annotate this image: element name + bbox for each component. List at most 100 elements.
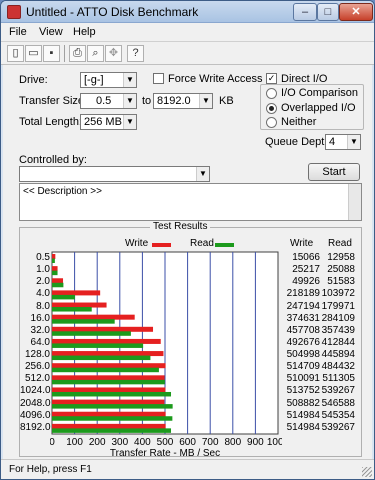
- read-bar: [52, 355, 151, 361]
- chevron-down-icon[interactable]: ▼: [123, 115, 136, 129]
- app-window: Untitled - ATTO Disk Benchmark – □ ✕ Fil…: [0, 0, 375, 480]
- x-tick-label: 1000: [267, 437, 282, 448]
- row-read-value: 511305: [322, 373, 355, 385]
- controlled-by-label: Controlled by:: [19, 154, 87, 166]
- row-write-value: 25217: [292, 264, 320, 276]
- menu-help[interactable]: Help: [73, 26, 96, 38]
- overlapped-io-label: Overlapped I/O: [281, 102, 356, 114]
- neither-label: Neither: [281, 116, 317, 128]
- chevron-down-icon[interactable]: ▼: [123, 94, 136, 108]
- window-title: Untitled - ATTO Disk Benchmark: [26, 5, 199, 19]
- row-size-label: 1024.0: [20, 385, 51, 397]
- description-scrollbar[interactable]: [348, 184, 361, 220]
- io-comparison-label: I/O Comparison: [281, 87, 359, 99]
- open-folder-icon[interactable]: ▭: [25, 45, 42, 62]
- row-read-value: 357439: [321, 324, 355, 336]
- title-bar[interactable]: Untitled - ATTO Disk Benchmark – □ ✕: [1, 1, 374, 23]
- to-label: to: [142, 95, 152, 107]
- row-read-value: 103972: [321, 288, 355, 300]
- x-tick-label: 100: [66, 437, 83, 448]
- x-axis-label: Transfer Rate - MB / Sec: [110, 448, 220, 456]
- row-read-value: 412844: [321, 336, 355, 348]
- io-comparison-radio[interactable]: [266, 88, 277, 99]
- about-icon[interactable]: ?: [127, 45, 144, 62]
- read-bar: [52, 270, 58, 276]
- print-icon[interactable]: ⎙: [69, 45, 86, 62]
- close-button[interactable]: ✕: [339, 3, 373, 21]
- read-bar: [52, 294, 75, 300]
- chevron-down-icon[interactable]: ▼: [347, 135, 360, 149]
- write-bar: [52, 423, 166, 429]
- row-read-value: 484432: [321, 361, 355, 373]
- maximize-button[interactable]: □: [317, 3, 339, 21]
- transfer-from-select[interactable]: 0.5 ▼: [80, 93, 137, 109]
- row-size-label: 2.0: [36, 276, 50, 288]
- force-write-checkbox[interactable]: [153, 73, 164, 84]
- row-write-value: 513752: [286, 385, 320, 397]
- transfer-to-select[interactable]: 8192.0 ▼: [153, 93, 213, 109]
- row-size-label: 128.0: [24, 349, 50, 361]
- row-size-label: 64.0: [30, 336, 50, 348]
- legend-read-label: Read: [190, 238, 214, 249]
- print-preview-icon[interactable]: ⌕: [87, 45, 104, 62]
- kb-label: KB: [219, 95, 234, 107]
- row-read-value: 179971: [321, 300, 355, 312]
- chevron-down-icon[interactable]: ▼: [123, 73, 136, 87]
- start-button[interactable]: Start: [308, 163, 360, 181]
- menu-view[interactable]: View: [39, 26, 63, 38]
- x-tick-label: 500: [157, 437, 174, 448]
- x-tick-label: 200: [89, 437, 106, 448]
- x-tick-label: 0: [50, 437, 55, 448]
- row-read-value: 546588: [321, 397, 355, 409]
- read-bar: [52, 391, 172, 397]
- total-length-label: Total Length:: [19, 116, 82, 128]
- row-write-value: 49926: [292, 276, 320, 288]
- main-panel: Drive: [-g-] ▼ Force Write Access ✓ Dire…: [3, 65, 372, 459]
- legend-write-swatch: [152, 243, 171, 247]
- total-length-select[interactable]: 256 MB ▼: [80, 114, 137, 130]
- drive-select[interactable]: [-g-] ▼: [80, 72, 137, 88]
- write-bar: [52, 411, 166, 417]
- row-read-value: 284109: [321, 312, 355, 324]
- write-bar: [52, 314, 135, 320]
- overlapped-io-radio[interactable]: [266, 103, 277, 114]
- row-read-value: 539267: [321, 421, 355, 433]
- x-tick-label: 700: [202, 437, 219, 448]
- new-file-icon[interactable]: ▯: [7, 45, 24, 62]
- neither-radio[interactable]: [266, 117, 277, 128]
- status-bar: For Help, press F1: [1, 459, 374, 479]
- chevron-down-icon[interactable]: ▼: [199, 94, 212, 108]
- chevron-down-icon[interactable]: ▼: [196, 167, 209, 181]
- row-size-label: 8192.0: [20, 421, 51, 433]
- row-size-label: 1.0: [36, 264, 50, 276]
- chart-svg: 0 100 200 300 400 500 600 700 800 9001000 Transfer…: [49, 251, 290, 459]
- row-size-label: 2048.0: [20, 397, 51, 409]
- description-field[interactable]: << Description >>: [19, 183, 362, 221]
- write-bar: [52, 266, 58, 272]
- read-bar: [52, 319, 115, 324]
- x-tick-label: 900: [247, 437, 264, 448]
- queue-depth-select[interactable]: 4 ▼: [325, 134, 361, 150]
- resize-grip[interactable]: [362, 467, 372, 477]
- controlled-by-select[interactable]: ▼: [19, 166, 210, 182]
- queue-depth-label: Queue Depth:: [265, 136, 334, 148]
- write-bar: [52, 254, 56, 259]
- x-tick-label: 300: [111, 437, 128, 448]
- minimize-button[interactable]: –: [293, 3, 317, 21]
- x-tick-label: 400: [134, 437, 151, 448]
- menu-file[interactable]: File: [9, 26, 27, 38]
- move-icon[interactable]: ✥: [105, 45, 122, 62]
- total-length-value: 256 MB: [84, 116, 122, 128]
- read-bar: [52, 282, 64, 288]
- transfer-rate-chart: 0 100 200 300 400 500 600 700 800 9001000 Transfer…: [49, 250, 290, 459]
- row-write-value: 492676: [286, 336, 320, 348]
- row-write-value: 247194: [286, 300, 320, 312]
- save-icon[interactable]: ▪: [43, 45, 60, 62]
- row-read-value: 545354: [321, 409, 355, 421]
- read-bar: [52, 343, 144, 348]
- write-bar: [52, 326, 154, 332]
- row-write-value: 514984: [286, 409, 320, 421]
- row-write-value: 508882: [286, 397, 320, 409]
- direct-io-checkbox[interactable]: ✓: [266, 73, 277, 84]
- row-size-label: 4.0: [36, 288, 50, 300]
